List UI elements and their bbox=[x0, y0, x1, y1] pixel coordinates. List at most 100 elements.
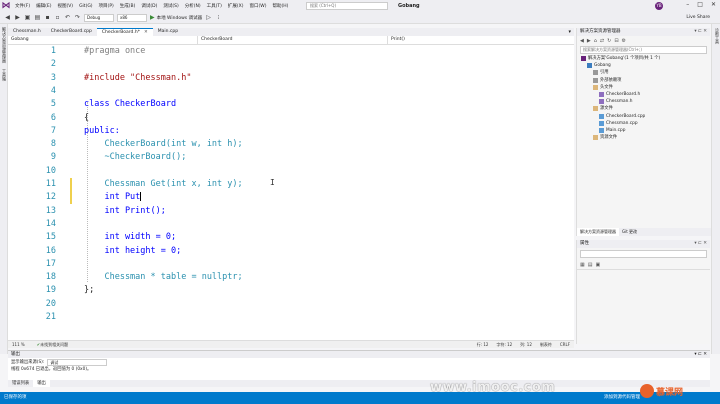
tree-item[interactable]: 解决方案'Gobang'(1 个项目/共 1 个) bbox=[577, 55, 710, 62]
tree-item-label: Gobang bbox=[594, 63, 611, 69]
tab-list-chevron-down-icon[interactable]: ▾ bbox=[565, 28, 574, 36]
toolbar: ◀ ▶ ▣ ▤ ▪ ▫ ↶ ↷ Debug x86 ▶ 本地 Windows 调… bbox=[0, 12, 720, 24]
tree-item-label: 外部依赖项 bbox=[600, 77, 622, 83]
menu-test[interactable]: 测试(S) bbox=[160, 3, 181, 9]
home-icon[interactable]: ⌂ bbox=[594, 38, 597, 44]
visual-studio-logo-icon: ⋈ bbox=[1, 1, 11, 11]
tab-checkerboard-h[interactable]: CheckerBoard.h* ✕ bbox=[96, 28, 153, 36]
output-panel: 输出 ▾ ⊏ ✕ 显示输出来源(S): 调试 线程 0x674 已退出，返回值为… bbox=[8, 350, 710, 380]
tree-item[interactable]: Main.cpp bbox=[577, 127, 710, 134]
avatar[interactable]: YB bbox=[655, 2, 663, 10]
open-icon[interactable]: ▤ bbox=[34, 14, 41, 21]
menu-window[interactable]: 窗口(W) bbox=[247, 3, 270, 9]
tree-item[interactable]: 头文件 bbox=[577, 84, 710, 91]
zoom-level[interactable]: 111 % bbox=[8, 342, 29, 347]
tree-item[interactable]: Gobang bbox=[577, 62, 710, 69]
tree-item-label: CheckerBoard.cpp bbox=[606, 113, 646, 119]
back-icon[interactable]: ◀ bbox=[580, 38, 584, 44]
new-file-icon[interactable]: ▣ bbox=[24, 14, 31, 21]
tab-chessman-h[interactable]: Chessman.h bbox=[8, 28, 46, 36]
panel-controls-icon[interactable]: ▾ ⊏ ✕ bbox=[694, 28, 710, 36]
code-editor[interactable]: 1 #pragma once 2 3 #include "Chessman.h" 4… bbox=[8, 45, 574, 340]
config-select[interactable]: Debug bbox=[84, 13, 114, 22]
run-button[interactable]: ▶ 本地 Windows 调试器 bbox=[150, 14, 202, 21]
tree-item[interactable]: 源文件 bbox=[577, 105, 710, 112]
settings-icon[interactable]: ⚙ bbox=[622, 38, 626, 44]
close-tab-icon[interactable]: ✕ bbox=[144, 30, 148, 35]
menu-file[interactable]: 文件(F) bbox=[12, 3, 33, 9]
redo-icon[interactable]: ↷ bbox=[74, 14, 81, 21]
panel-title: 属性 ▾ ⊏ ✕ bbox=[577, 240, 710, 248]
toolbox-side-tab[interactable]: 工具箱 bbox=[1, 69, 7, 81]
panel-controls-icon[interactable]: ▾ ⊏ ✕ bbox=[694, 240, 710, 248]
minimize-icon[interactable]: – bbox=[686, 1, 689, 8]
diagnostic-tools-side-tab[interactable]: 诊断工具 bbox=[714, 28, 720, 44]
toolbar-misc-icon[interactable]: ⁝ bbox=[215, 14, 222, 21]
properties-toolbar: ▦ ▤ ▣ bbox=[577, 260, 710, 270]
tree-item[interactable]: 外部依赖项 bbox=[577, 77, 710, 84]
tree-item-label: Main.cpp bbox=[606, 127, 626, 133]
menu-analyze[interactable]: 分析(N) bbox=[182, 3, 204, 9]
project-dropdown[interactable]: Gobang bbox=[8, 36, 198, 44]
menu-git[interactable]: Git(G) bbox=[76, 4, 96, 9]
tab-output[interactable]: 输出 bbox=[33, 380, 50, 387]
output-source-select[interactable]: 调试 bbox=[47, 358, 108, 366]
refresh-icon[interactable]: ↻ bbox=[607, 38, 611, 44]
forward-icon[interactable]: ▶ bbox=[587, 38, 591, 44]
sync-icon[interactable]: ⇄ bbox=[600, 38, 604, 44]
tree-item[interactable]: Chessman.cpp bbox=[577, 120, 710, 127]
solution-explorer-side-tab[interactable]: 解决方案资源管理器 bbox=[1, 27, 7, 63]
tree-item[interactable]: 资源文件 bbox=[577, 134, 710, 141]
scope-dropdown[interactable]: CheckerBoard bbox=[198, 36, 388, 44]
member-dropdown[interactable]: Print() bbox=[388, 36, 574, 44]
solution-search-input[interactable]: 搜索解决方案资源管理器(Ctrl+;) bbox=[580, 46, 707, 54]
categorized-icon[interactable]: ▦ bbox=[580, 262, 585, 268]
liveshare-button[interactable]: Live Share bbox=[686, 15, 710, 20]
properties-object-select[interactable] bbox=[580, 250, 707, 258]
cpp-icon bbox=[599, 120, 604, 126]
brand-logo: 慕课网 bbox=[640, 384, 683, 398]
menu-extensions[interactable]: 扩展(X) bbox=[225, 3, 247, 9]
property-pages-icon[interactable]: ▣ bbox=[595, 262, 600, 268]
menu-help[interactable]: 帮助(H) bbox=[270, 3, 292, 9]
undo-icon[interactable]: ↶ bbox=[64, 14, 71, 21]
forward-icon[interactable]: ▶ bbox=[14, 14, 21, 21]
output-source-row: 显示输出来源(S): 调试 bbox=[8, 358, 710, 366]
panel-controls-icon[interactable]: ▾ ⊏ ✕ bbox=[694, 351, 710, 358]
menu-view[interactable]: 视图(V) bbox=[54, 3, 76, 9]
code-line-current: 12 int Put bbox=[45, 192, 142, 203]
tree-item[interactable]: CheckerBoard.cpp bbox=[577, 113, 710, 120]
bottom-panel-tabs: 错误列表 输出 bbox=[8, 380, 710, 387]
code-line: 17 bbox=[45, 258, 56, 269]
tab-solution-explorer[interactable]: 解决方案资源管理器 bbox=[577, 228, 619, 236]
save-all-icon[interactable]: ▫ bbox=[54, 14, 61, 21]
tab-git-changes[interactable]: Git 更改 bbox=[619, 228, 640, 236]
menu-bar: ⋈ 文件(F) 编辑(E) 视图(V) Git(G) 项目(P) 生成(B) 调… bbox=[0, 0, 720, 12]
tab-error-list[interactable]: 错误列表 bbox=[8, 380, 33, 387]
menu-build[interactable]: 生成(B) bbox=[117, 3, 139, 9]
menu-tools[interactable]: 工具(T) bbox=[204, 3, 225, 9]
tree-item[interactable]: CheckerBoard.h bbox=[577, 91, 710, 98]
platform-select[interactable]: x86 bbox=[117, 13, 147, 22]
alphabetical-icon[interactable]: ▤ bbox=[588, 262, 593, 268]
tab-main-cpp[interactable]: Main.cpp bbox=[153, 28, 183, 36]
menu-edit[interactable]: 编辑(E) bbox=[33, 3, 54, 9]
folder-icon bbox=[593, 106, 598, 112]
menu-debug[interactable]: 调试(D) bbox=[138, 3, 160, 9]
maximize-icon[interactable]: □ bbox=[697, 1, 703, 8]
back-icon[interactable]: ◀ bbox=[4, 14, 11, 21]
solution-explorer-panel: 解决方案资源管理器 ▾ ⊏ ✕ ◀ ▶ ⌂ ⇄ ↻ ⊟ ⚙ 搜索解决方案资源管理… bbox=[576, 28, 711, 236]
code-line: 14 bbox=[45, 218, 56, 229]
panel-title: 解决方案资源管理器 ▾ ⊏ ✕ bbox=[577, 28, 710, 36]
tree-item[interactable]: 引用 bbox=[577, 69, 710, 76]
attach-icon[interactable]: ▷ bbox=[205, 14, 212, 21]
collapse-icon[interactable]: ⊟ bbox=[614, 38, 618, 44]
window-controls: – □ ✕ bbox=[686, 1, 716, 8]
tab-checkerboard-cpp[interactable]: CheckerBoard.cpp bbox=[46, 28, 97, 36]
menu-project[interactable]: 项目(P) bbox=[96, 3, 117, 9]
search-input[interactable]: 搜索 (Ctrl+Q) bbox=[306, 2, 388, 10]
save-icon[interactable]: ▪ bbox=[44, 14, 51, 21]
ref-icon bbox=[593, 77, 598, 83]
close-icon[interactable]: ✕ bbox=[711, 1, 716, 8]
tree-item[interactable]: Chessman.h bbox=[577, 98, 710, 105]
